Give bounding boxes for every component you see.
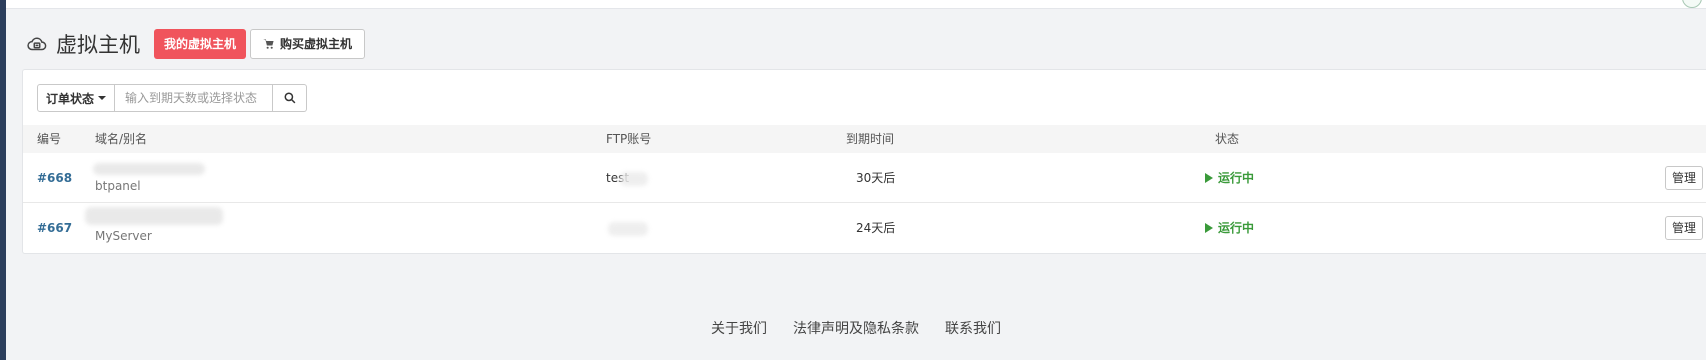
main-content: 虚拟主机 我的虚拟主机 购买虚拟主机 订单状态 编号 域名/别名: [6, 9, 1706, 360]
footer-link-about[interactable]: 关于我们: [711, 318, 767, 338]
domain-redacted: [85, 207, 223, 225]
search-button[interactable]: [273, 84, 308, 112]
column-id: 编号: [37, 132, 62, 146]
avatar[interactable]: [1682, 0, 1702, 8]
table-header: 编号 域名/别名 FTP账号 到期时间 状态: [23, 125, 1706, 153]
order-status-dropdown[interactable]: 订单状态: [37, 84, 116, 112]
cloud-server-icon: [27, 37, 47, 51]
caret-down-icon: [98, 96, 107, 100]
play-icon: [1205, 223, 1213, 233]
status-badge: 运行中: [1205, 220, 1254, 236]
ftp-redacted: [608, 222, 648, 236]
order-status-label: 订单状态: [46, 91, 95, 106]
top-bar: [6, 0, 1706, 9]
order-id-link[interactable]: #667: [37, 220, 72, 236]
host-list-panel: 订单状态 编号 域名/别名 FTP账号 到期时间 状态 #668 btpanel…: [22, 69, 1706, 254]
cart-icon: [263, 39, 274, 49]
page-header: 虚拟主机 我的虚拟主机 购买虚拟主机: [26, 29, 366, 59]
tab-buy-host[interactable]: 购买虚拟主机: [250, 29, 366, 59]
order-id-link[interactable]: #668: [37, 170, 72, 186]
footer-link-contact[interactable]: 联系我们: [945, 318, 1001, 338]
column-domain: 域名/别名: [95, 132, 148, 146]
tab-my-hosts[interactable]: 我的虚拟主机: [154, 29, 247, 59]
play-icon: [1205, 173, 1213, 183]
filter-bar: 订单状态: [37, 84, 308, 112]
footer: 关于我们 法律声明及隐私条款 联系我们: [6, 318, 1706, 338]
search-icon: [284, 92, 295, 104]
alias-text: btpanel: [95, 179, 141, 193]
alias-text: MyServer: [95, 229, 152, 243]
column-ftp: FTP账号: [606, 132, 652, 146]
search-input[interactable]: [115, 84, 274, 112]
status-text: 运行中: [1218, 221, 1255, 235]
expiry-text: 24天后: [856, 221, 896, 235]
manage-button[interactable]: 管理: [1664, 166, 1703, 190]
table-row: #667 MyServer 24天后 运行中 管理: [23, 203, 1706, 253]
manage-button[interactable]: 管理: [1664, 216, 1703, 240]
ftp-redacted: [620, 172, 648, 186]
table-row: #668 btpanel test 30天后 运行中 管理: [23, 153, 1706, 203]
status-text: 运行中: [1218, 171, 1255, 185]
column-status: 状态: [1215, 132, 1240, 146]
tab-buy-host-label: 购买虚拟主机: [280, 37, 353, 51]
column-expiry: 到期时间: [846, 132, 895, 146]
page-title: 虚拟主机: [56, 33, 140, 57]
domain-redacted: [93, 163, 205, 175]
status-badge: 运行中: [1205, 170, 1254, 186]
footer-link-legal[interactable]: 法律声明及隐私条款: [793, 318, 919, 338]
expiry-text: 30天后: [856, 171, 896, 185]
